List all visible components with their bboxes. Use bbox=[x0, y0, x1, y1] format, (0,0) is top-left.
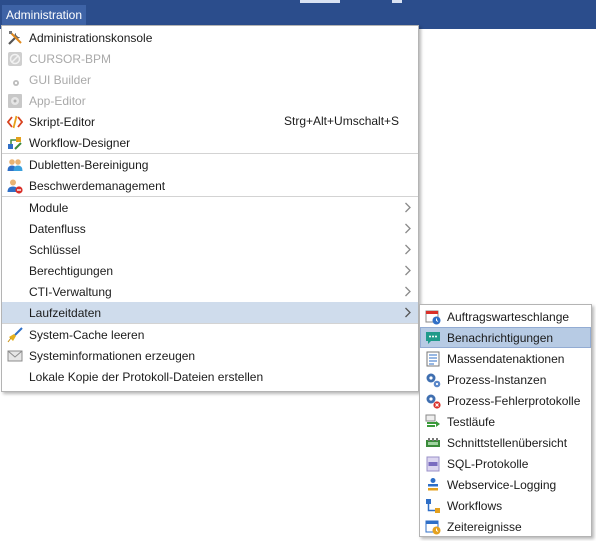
menu-item-systeminformationen-erzeugen[interactable]: Systeminformationen erzeugen bbox=[2, 345, 418, 366]
menu-item-datenfluss[interactable]: Datenfluss bbox=[2, 218, 418, 239]
menu-administration[interactable]: Administration bbox=[2, 5, 87, 25]
submenu-item-testlaeufe[interactable]: Testläufe bbox=[420, 411, 591, 432]
tools-icon bbox=[6, 29, 24, 47]
submenu-item-benachrichtigungen[interactable]: Benachrichtigungen bbox=[420, 327, 591, 348]
gui-builder-icon bbox=[6, 71, 24, 89]
bpm-icon bbox=[6, 50, 24, 68]
shortcut-skript-editor: Strg+Alt+Umschalt+S bbox=[284, 114, 400, 128]
envelope-icon bbox=[6, 347, 24, 365]
chevron-right-icon bbox=[405, 265, 411, 276]
menu-item-beschwerdemanagement[interactable]: Beschwerdemanagement bbox=[2, 175, 418, 196]
submenu-item-schnittstellenuebersicht[interactable]: Schnittstellenübersicht bbox=[420, 432, 591, 453]
administration-dropdown: Administrationskonsole CURSOR-BPM GUI Bu… bbox=[1, 25, 419, 392]
chevron-right-icon bbox=[405, 202, 411, 213]
menu-item-lokale-kopie-protokoll[interactable]: Lokale Kopie der Protokoll-Dateien erste… bbox=[2, 366, 418, 387]
menu-item-gui-builder[interactable]: GUI Builder bbox=[2, 69, 418, 90]
interface-icon bbox=[424, 434, 442, 452]
menu-item-icon-placeholder bbox=[6, 220, 24, 238]
chevron-right-icon bbox=[405, 307, 411, 318]
time-event-icon bbox=[424, 518, 442, 536]
menu-item-module[interactable]: Module bbox=[2, 197, 418, 218]
menu-item-icon-placeholder bbox=[6, 368, 24, 386]
complaint-user-icon bbox=[6, 177, 24, 195]
gears-icon bbox=[424, 371, 442, 389]
workflow-icon bbox=[424, 497, 442, 515]
menu-item-system-cache-leeren[interactable]: System-Cache leeren bbox=[2, 324, 418, 345]
menu-item-laufzeitdaten[interactable]: Laufzeitdaten bbox=[2, 302, 418, 323]
menu-item-cursor-bpm[interactable]: CURSOR-BPM bbox=[2, 48, 418, 69]
menu-item-icon-placeholder bbox=[6, 199, 24, 217]
submenu-item-auftragswarteschlange[interactable]: Auftragswarteschlange bbox=[420, 306, 591, 327]
chat-bubble-icon bbox=[424, 329, 442, 347]
title-bar-decoration bbox=[300, 0, 340, 3]
calendar-clock-icon bbox=[424, 308, 442, 326]
menu-item-workflow-designer[interactable]: Workflow-Designer bbox=[2, 132, 418, 153]
menu-item-icon-placeholder bbox=[6, 241, 24, 259]
menu-administration-label: Administration bbox=[6, 8, 83, 22]
checklist-icon bbox=[424, 350, 442, 368]
menu-item-dubletten-bereinigung[interactable]: Dubletten-Bereinigung bbox=[2, 154, 418, 175]
broom-icon bbox=[6, 326, 24, 344]
menu-item-icon-placeholder bbox=[6, 262, 24, 280]
submenu-item-sql-protokolle[interactable]: SQL-Protokolle bbox=[420, 453, 591, 474]
laufzeitdaten-submenu: Auftragswarteschlange Benachrichtigungen… bbox=[419, 304, 592, 537]
menu-item-icon-placeholder bbox=[6, 283, 24, 301]
submenu-item-webservice-logging[interactable]: Webservice-Logging bbox=[420, 474, 591, 495]
menu-item-schluessel[interactable]: Schlüssel bbox=[2, 239, 418, 260]
title-bar-decoration bbox=[392, 0, 402, 3]
chevron-right-icon bbox=[405, 244, 411, 255]
script-icon bbox=[6, 113, 24, 131]
menu-item-app-editor[interactable]: App-Editor bbox=[2, 90, 418, 111]
submenu-item-prozess-instanzen[interactable]: Prozess-Instanzen bbox=[420, 369, 591, 390]
test-run-icon bbox=[424, 413, 442, 431]
gear-error-icon bbox=[424, 392, 442, 410]
menu-item-skript-editor[interactable]: Skript-Editor Strg+Alt+Umschalt+S bbox=[2, 111, 418, 132]
chevron-right-icon bbox=[405, 223, 411, 234]
menu-item-berechtigungen[interactable]: Berechtigungen bbox=[2, 260, 418, 281]
sql-icon bbox=[424, 455, 442, 473]
menu-item-cti-verwaltung[interactable]: CTI-Verwaltung bbox=[2, 281, 418, 302]
workflow-designer-icon bbox=[6, 134, 24, 152]
webservice-icon bbox=[424, 476, 442, 494]
submenu-item-zeitereignisse[interactable]: Zeitereignisse bbox=[420, 516, 591, 537]
menu-item-icon-placeholder bbox=[6, 304, 24, 322]
submenu-item-workflows[interactable]: Workflows bbox=[420, 495, 591, 516]
app-editor-icon bbox=[6, 92, 24, 110]
submenu-item-massendatenaktionen[interactable]: Massendatenaktionen bbox=[420, 348, 591, 369]
chevron-right-icon bbox=[405, 286, 411, 297]
menu-item-administrationskonsole[interactable]: Administrationskonsole bbox=[2, 27, 418, 48]
users-icon bbox=[6, 156, 24, 174]
submenu-item-prozess-fehlerprotokolle[interactable]: Prozess-Fehlerprotokolle bbox=[420, 390, 591, 411]
